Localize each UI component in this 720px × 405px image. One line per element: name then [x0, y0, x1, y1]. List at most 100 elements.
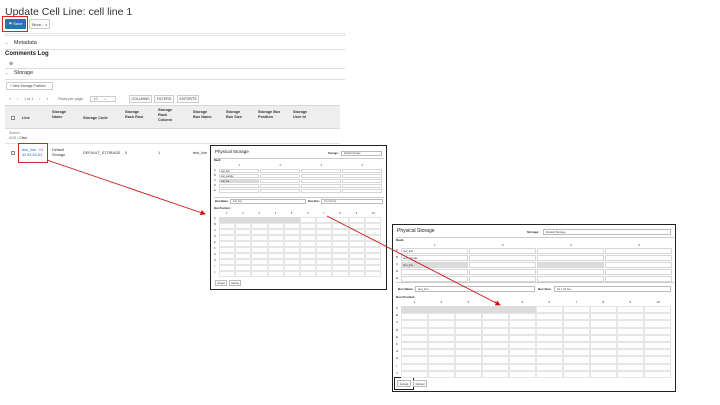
rack-slot[interactable]	[219, 184, 259, 189]
box-slot[interactable]	[644, 370, 671, 378]
box-slot[interactable]	[428, 320, 455, 328]
prev-page-button[interactable]: ‹	[17, 97, 18, 101]
box-slot[interactable]	[509, 363, 536, 371]
rack-slot[interactable]	[605, 276, 672, 283]
box-slot[interactable]	[219, 271, 236, 277]
box-slot[interactable]	[617, 342, 644, 350]
box-slot[interactable]	[644, 334, 671, 342]
box-slot[interactable]	[482, 320, 509, 328]
box-slot[interactable]	[364, 271, 381, 277]
box-slot[interactable]	[482, 313, 509, 321]
box-slot[interactable]	[482, 327, 509, 335]
box-slot[interactable]	[617, 356, 644, 364]
rack-slot[interactable]	[342, 169, 382, 174]
box-slot[interactable]	[563, 334, 590, 342]
column-header-rack-column[interactable]: Storage Rack Column	[158, 108, 178, 124]
filters-button[interactable]: FILTERS	[154, 95, 174, 103]
box-slot[interactable]	[617, 370, 644, 378]
box-slot[interactable]	[509, 356, 536, 364]
rack-slot[interactable]: test_line	[219, 169, 259, 174]
rack-slot[interactable]	[469, 276, 536, 283]
box-slot[interactable]	[482, 370, 509, 378]
columns-button[interactable]: COLUMNS	[129, 95, 152, 103]
next-page-button[interactable]: ›	[39, 97, 40, 101]
box-slot[interactable]	[401, 306, 428, 314]
box-slot[interactable]	[482, 356, 509, 364]
box-slot[interactable]	[590, 370, 617, 378]
rack-slot[interactable]	[537, 276, 604, 283]
box-slot[interactable]	[509, 327, 536, 335]
box-slot[interactable]	[536, 306, 563, 314]
box-slot[interactable]	[455, 320, 482, 328]
rack-slot[interactable]	[342, 174, 382, 179]
box-slot[interactable]	[300, 271, 317, 277]
rack-slot[interactable]	[469, 262, 536, 269]
rack-slot[interactable]	[605, 255, 672, 262]
box-slot[interactable]	[563, 370, 590, 378]
box-slot[interactable]	[455, 363, 482, 371]
box-slot[interactable]	[401, 327, 428, 335]
column-header-line[interactable]: Line	[22, 116, 30, 121]
column-header-box-position[interactable]: Storage Box Position	[258, 110, 286, 120]
rack-slot[interactable]	[342, 184, 382, 189]
rack-slot[interactable]	[260, 169, 300, 174]
box-slot[interactable]	[617, 327, 644, 335]
box-size-select[interactable]: 10 x 10 box	[321, 199, 383, 204]
box-slot[interactable]	[590, 342, 617, 350]
column-header-box-name[interactable]: Storage Box Name	[193, 110, 215, 120]
rack-slot[interactable]	[342, 189, 382, 194]
box-slot[interactable]	[536, 342, 563, 350]
box-slot[interactable]	[401, 342, 428, 350]
box-slot[interactable]	[455, 306, 482, 314]
box-slot[interactable]	[644, 320, 671, 328]
rack-slot[interactable]	[537, 269, 604, 276]
box-slot[interactable]	[563, 342, 590, 350]
column-header-box-size[interactable]: Storage Box Size	[226, 110, 246, 120]
rack-slot[interactable]	[537, 248, 604, 255]
box-name-field[interactable]: test_line	[230, 199, 306, 204]
box-slot[interactable]	[617, 334, 644, 342]
box-slot[interactable]	[401, 313, 428, 321]
rack-slot[interactable]: test_line	[401, 262, 468, 269]
box-slot[interactable]	[428, 363, 455, 371]
rows-per-page-select[interactable]: 10 ▾	[89, 96, 116, 102]
box-slot[interactable]	[536, 327, 563, 335]
box-slot[interactable]	[455, 327, 482, 335]
rack-slot[interactable]	[260, 174, 300, 179]
box-slot[interactable]	[644, 349, 671, 357]
rack-slot[interactable]	[469, 248, 536, 255]
box-slot[interactable]	[455, 356, 482, 364]
box-slot[interactable]	[509, 334, 536, 342]
box-slot[interactable]	[482, 363, 509, 371]
box-slot[interactable]	[590, 306, 617, 314]
box-slot[interactable]	[563, 313, 590, 321]
row-checkbox[interactable]	[11, 151, 15, 155]
box-slot[interactable]	[509, 342, 536, 350]
rack-slot[interactable]: test_sample	[401, 255, 468, 262]
box-size-select[interactable]: 10 x 10 box	[554, 286, 671, 292]
box-slot[interactable]	[644, 342, 671, 350]
box-slot[interactable]	[348, 271, 365, 277]
column-header-storage-code[interactable]: Storage Code	[83, 116, 108, 121]
more-menu-button[interactable]: More... ▾	[29, 19, 50, 29]
description-field[interactable]	[5, 33, 345, 36]
box-slot[interactable]	[644, 306, 671, 314]
first-page-button[interactable]: «	[9, 97, 11, 101]
box-slot[interactable]	[536, 320, 563, 328]
box-slot[interactable]	[536, 349, 563, 357]
rack-slot[interactable]	[219, 189, 259, 194]
box-slot[interactable]	[590, 313, 617, 321]
rack-slot[interactable]	[605, 248, 672, 255]
box-slot[interactable]	[536, 334, 563, 342]
box-slot[interactable]	[509, 370, 536, 378]
add-comment-icon[interactable]: ⊕	[9, 61, 13, 67]
box-slot[interactable]	[428, 313, 455, 321]
section-metadata[interactable]: ⌄ Metadata	[5, 40, 37, 46]
rack-slot[interactable]	[401, 269, 468, 276]
box-slot[interactable]	[617, 363, 644, 371]
rack-slot[interactable]: test_line	[401, 248, 468, 255]
box-slot[interactable]	[401, 363, 428, 371]
box-slot[interactable]	[590, 320, 617, 328]
box-slot[interactable]	[590, 334, 617, 342]
section-storage[interactable]: ⌄ Storage	[5, 70, 33, 76]
